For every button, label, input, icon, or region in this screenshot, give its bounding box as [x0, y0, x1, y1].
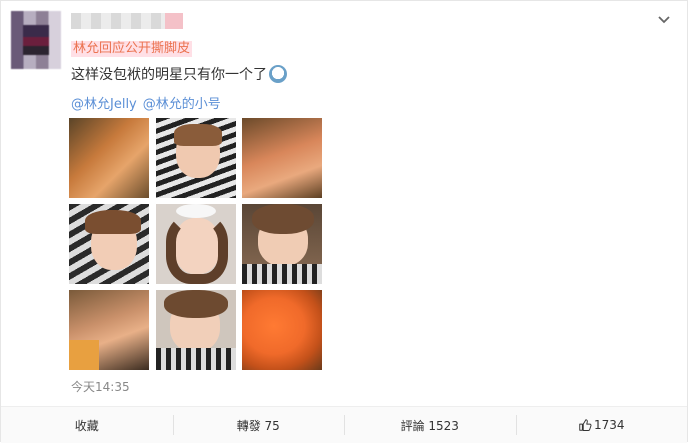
photo-thumbnail[interactable]	[69, 290, 149, 370]
photo-thumbnail[interactable]	[69, 204, 149, 284]
photo-thumbnail[interactable]	[242, 290, 322, 370]
post-text: 这样没包袱的明星只有你一个了	[71, 67, 267, 83]
mentions-line: @林允Jelly @林允的小号	[71, 93, 227, 112]
photo-thumbnail[interactable]	[69, 118, 149, 198]
username-blurred[interactable]	[71, 13, 183, 29]
photo-thumbnail[interactable]	[156, 118, 236, 198]
photo-thumbnail[interactable]	[156, 204, 236, 284]
comment-button[interactable]: 評論 1523	[344, 407, 516, 443]
action-bar: 收藏 轉發 75 評論 1523 1734	[1, 406, 687, 443]
repost-button[interactable]: 轉發 75	[172, 407, 345, 443]
chevron-down-icon[interactable]	[657, 13, 671, 27]
collect-button[interactable]: 收藏	[1, 407, 173, 443]
comment-label: 評論 1523	[400, 418, 459, 433]
like-count: 1734	[593, 418, 625, 432]
avatar[interactable]	[11, 11, 61, 69]
post-text-line: 这样没包袱的明星只有你一个了	[71, 65, 287, 85]
post-timestamp[interactable]: 今天14:35	[71, 378, 130, 395]
post-source-label: 林允回应公开撕脚皮	[71, 41, 193, 57]
mention-link[interactable]: @林允的小号	[143, 97, 221, 112]
repost-label: 轉發 75	[236, 418, 280, 433]
weibo-post-card: 林允回应公开撕脚皮 这样没包袱的明星只有你一个了 @林允Jelly @林允的小号	[0, 0, 688, 443]
face-emoji-icon	[269, 65, 287, 83]
collect-label: 收藏	[74, 418, 99, 433]
photo-thumbnail[interactable]	[242, 118, 322, 198]
mention-link[interactable]: @林允Jelly	[71, 97, 137, 112]
photo-thumbnail[interactable]	[242, 204, 322, 284]
like-button[interactable]: 1734	[515, 407, 688, 443]
thumbs-up-icon	[579, 419, 592, 431]
photo-thumbnail[interactable]	[156, 290, 236, 370]
